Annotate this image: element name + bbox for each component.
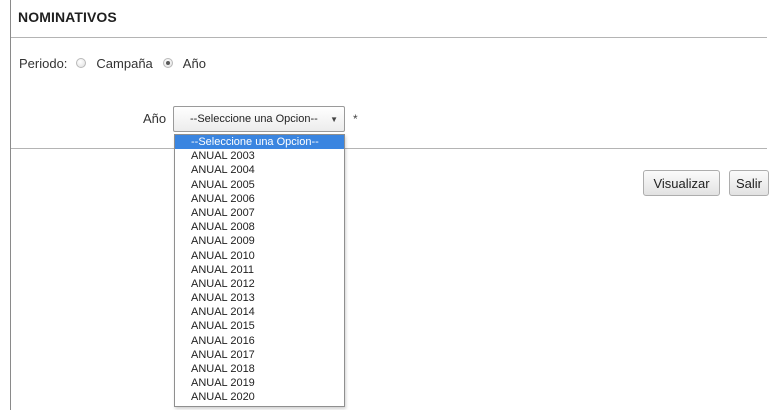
periodo-label: Periodo: [19, 55, 68, 71]
radio-anio-label[interactable]: Año [183, 56, 206, 71]
radio-campana-label[interactable]: Campaña [96, 56, 152, 71]
dropdown-option[interactable]: ANUAL 2020 [175, 390, 344, 404]
dropdown-option[interactable]: ANUAL 2010 [175, 249, 344, 263]
triangle-down-icon: ▼ [330, 115, 338, 124]
dropdown-option[interactable]: ANUAL 2016 [175, 334, 344, 348]
periodo-row: Periodo: Campaña Año [19, 54, 216, 72]
dropdown-option[interactable]: ANUAL 2011 [175, 263, 344, 277]
dropdown-option[interactable]: ANUAL 2008 [175, 220, 344, 234]
dropdown-option[interactable]: ANUAL 2013 [175, 291, 344, 305]
radio-anio[interactable] [162, 58, 173, 68]
dropdown-option[interactable]: ANUAL 2015 [175, 319, 344, 333]
dropdown-option[interactable]: ANUAL 2007 [175, 206, 344, 220]
dropdown-option[interactable]: ANUAL 2009 [175, 234, 344, 248]
visualizar-button[interactable]: Visualizar [643, 170, 720, 196]
dropdown-option[interactable]: ANUAL 2017 [175, 348, 344, 362]
anio-label: Año [143, 111, 167, 126]
anio-select[interactable]: --Seleccione una Opcion-- ▼ [173, 106, 345, 132]
dropdown-option[interactable]: --Seleccione una Opcion-- [175, 135, 344, 150]
page-title: NOMINATIVOS [18, 9, 117, 25]
left-border [10, 0, 11, 410]
salir-button[interactable]: Salir [729, 170, 769, 196]
dropdown-option[interactable]: ANUAL 2018 [175, 362, 344, 376]
title-divider [11, 37, 767, 38]
form-divider [11, 148, 767, 149]
anio-dropdown-list[interactable]: --Seleccione una Opcion-- ANUAL 2003 ANUAL… [174, 134, 345, 407]
dropdown-option[interactable]: ANUAL 2005 [175, 178, 344, 192]
dropdown-option[interactable]: ANUAL 2012 [175, 277, 344, 291]
anio-select-value: --Seleccione una Opcion-- [190, 113, 318, 125]
dropdown-option[interactable]: ANUAL 2003 [175, 149, 344, 163]
nominativos-page: NOMINATIVOS Periodo: Campaña Año Año --S… [0, 0, 779, 410]
dropdown-option[interactable]: ANUAL 2014 [175, 305, 344, 319]
required-mark: * [353, 112, 358, 126]
dropdown-option[interactable]: ANUAL 2006 [175, 192, 344, 206]
dropdown-option[interactable]: ANUAL 2019 [175, 376, 344, 390]
radio-campana[interactable] [76, 58, 87, 68]
dropdown-option[interactable]: ANUAL 2004 [175, 163, 344, 177]
